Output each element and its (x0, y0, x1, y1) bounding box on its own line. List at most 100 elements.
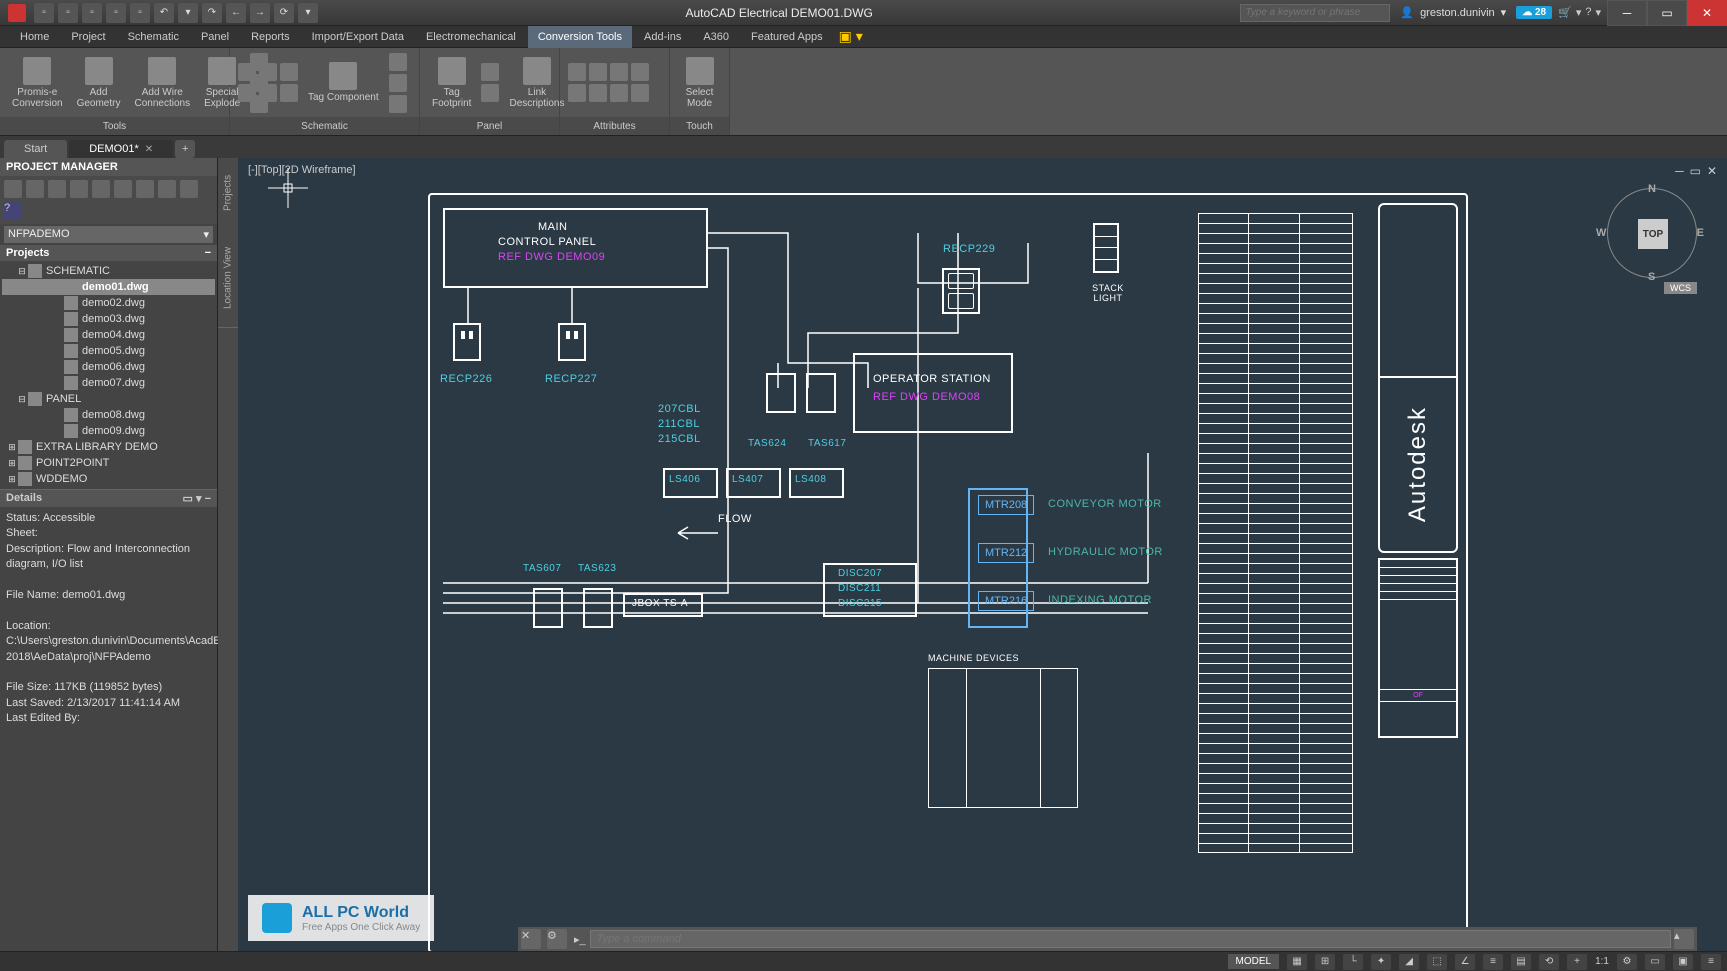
tree-extra-lib[interactable]: ⊞EXTRA LIBRARY DEMO (2, 439, 215, 455)
status-lwt-icon[interactable]: ≡ (1483, 954, 1503, 970)
pm-tb-6-icon[interactable] (114, 180, 132, 198)
tree-file-demo07[interactable]: demo07.dwg (2, 375, 215, 391)
sch-s7-icon[interactable] (389, 53, 407, 71)
sch-s1-icon[interactable] (238, 63, 256, 81)
att-s7-icon[interactable] (610, 84, 628, 102)
viewcube-e[interactable]: E (1697, 227, 1704, 239)
qat-save-icon[interactable]: ▫ (82, 3, 102, 23)
tree-file-demo03[interactable]: demo03.dwg (2, 311, 215, 327)
doctab-current[interactable]: DEMO01*✕ (69, 140, 173, 158)
status-transparency-icon[interactable]: ▤ (1511, 954, 1531, 970)
att-s8-icon[interactable] (631, 84, 649, 102)
tree-file-demo06[interactable]: demo06.dwg (2, 359, 215, 375)
qat-undo-icon[interactable]: ↶ (154, 3, 174, 23)
pm-tb-9-icon[interactable] (180, 180, 198, 198)
ribbon-tab-panel[interactable]: Panel (191, 26, 239, 48)
tree-file-demo08[interactable]: demo08.dwg (2, 407, 215, 423)
sch-s8-icon[interactable] (389, 74, 407, 92)
tree-schematic-folder[interactable]: ⊟SCHEMATIC (2, 263, 215, 279)
viewcube-n[interactable]: N (1648, 183, 1656, 195)
select-mode-button[interactable]: Select Mode (678, 55, 721, 111)
view-close-icon[interactable]: ✕ (1707, 164, 1717, 178)
view-maximize-icon[interactable]: ▭ (1690, 164, 1701, 178)
drawing-canvas[interactable]: [-][Top][2D Wireframe] ─ ▭ ✕ MAIN CONTRO… (238, 158, 1727, 951)
status-cycle-icon[interactable]: ⟲ (1539, 954, 1559, 970)
ribbon-tab-schematic[interactable]: Schematic (118, 26, 189, 48)
pm-tb-2-icon[interactable] (26, 180, 44, 198)
cmd-recent-icon[interactable]: ▴ (1674, 929, 1694, 949)
viewcube[interactable]: N S E W TOP WCS (1607, 188, 1697, 308)
pnl-s1-icon[interactable] (481, 63, 499, 81)
att-s1-icon[interactable] (568, 63, 586, 81)
doctab-start[interactable]: Start (4, 140, 67, 158)
pm-project-dropdown[interactable]: NFPADEMO▾ (4, 226, 213, 243)
status-model-button[interactable]: MODEL (1228, 954, 1280, 969)
qat-customize-icon[interactable]: ▾ (298, 3, 318, 23)
view-minimize-icon[interactable]: ─ (1675, 164, 1684, 178)
qat-plot-icon[interactable]: ▫ (130, 3, 150, 23)
att-s2-icon[interactable] (589, 63, 607, 81)
qat-open-icon[interactable]: ▫ (58, 3, 78, 23)
status-annomon-icon[interactable]: + (1567, 954, 1587, 970)
tab-locationview-vert[interactable]: Location View (218, 228, 238, 328)
app-logo[interactable] (8, 4, 26, 22)
status-otrack-icon[interactable]: ∠ (1455, 954, 1475, 970)
ribbon-tab-electromech[interactable]: Electromechanical (416, 26, 526, 48)
user-name[interactable]: greston.dunivin (1420, 7, 1495, 19)
help-icon[interactable]: ? (1585, 6, 1591, 19)
status-clean-icon[interactable]: ▣ (1673, 954, 1693, 970)
sch-s3-icon[interactable] (280, 63, 298, 81)
status-custom-icon[interactable]: ≡ (1701, 954, 1721, 970)
ribbon-tab-a360[interactable]: A360 (693, 26, 739, 48)
ribbon-tab-importexport[interactable]: Import/Export Data (302, 26, 414, 48)
pm-tb-help-icon[interactable]: ? (4, 202, 22, 220)
tree-p2p[interactable]: ⊞POINT2POINT (2, 455, 215, 471)
ribbon-tab-addins[interactable]: Add-ins (634, 26, 691, 48)
tag-component-button[interactable]: Tag Component (304, 60, 383, 105)
tree-wddemo[interactable]: ⊞WDDEMO (2, 471, 215, 487)
qat-redo-icon[interactable]: ↷ (202, 3, 222, 23)
help-dd-icon[interactable]: ▾ (1595, 6, 1601, 19)
qat-prev-icon[interactable]: ← (226, 3, 246, 23)
ribbon-tab-featured[interactable]: Featured Apps (741, 26, 833, 48)
window-maximize-button[interactable]: ▭ (1647, 0, 1687, 26)
pm-tb-7-icon[interactable] (136, 180, 154, 198)
qat-next-icon[interactable]: → (250, 3, 270, 23)
ribbon-tab-project[interactable]: Project (61, 26, 115, 48)
tree-panel-folder[interactable]: ⊟PANEL (2, 391, 215, 407)
pm-tb-1-icon[interactable] (4, 180, 22, 198)
window-close-button[interactable]: ✕ (1687, 0, 1727, 26)
add-wire-connections-button[interactable]: Add Wire Connections (130, 55, 194, 111)
help-search-input[interactable] (1240, 4, 1390, 22)
window-minimize-button[interactable]: ─ (1607, 0, 1647, 26)
status-osnap-icon[interactable]: ⬚ (1427, 954, 1447, 970)
sch-s2-icon[interactable] (259, 63, 277, 81)
tree-file-demo02[interactable]: demo02.dwg (2, 295, 215, 311)
status-grid-icon[interactable]: ▦ (1287, 954, 1307, 970)
stayconnected-icon[interactable]: ▾ (1576, 6, 1582, 19)
tree-file-demo09[interactable]: demo09.dwg (2, 423, 215, 439)
pm-details-opts-icon[interactable]: ▭ ▾ − (183, 492, 211, 505)
att-s3-icon[interactable] (610, 63, 628, 81)
tree-file-demo01[interactable]: demo01.dwg (2, 279, 215, 295)
pm-tb-5-icon[interactable] (92, 180, 110, 198)
cmd-close-icon[interactable]: ✕ (521, 929, 541, 949)
command-input[interactable] (590, 930, 1671, 948)
tab-projects-vert[interactable]: Projects (218, 158, 238, 228)
qat-undo-dd-icon[interactable]: ▾ (178, 3, 198, 23)
sch-s9-icon[interactable] (389, 95, 407, 113)
bulb-icon[interactable]: ▣ ▾ (839, 28, 863, 45)
status-snap-icon[interactable]: ⊞ (1315, 954, 1335, 970)
a360-badge[interactable]: ☁ 28 (1516, 6, 1552, 19)
tag-footprint-button[interactable]: Tag Footprint (428, 55, 475, 111)
promise-conversion-button[interactable]: Promis-e Conversion (8, 55, 67, 111)
att-s6-icon[interactable] (589, 84, 607, 102)
tree-file-demo04[interactable]: demo04.dwg (2, 327, 215, 343)
status-polar-icon[interactable]: ✦ (1371, 954, 1391, 970)
cmd-customize-icon[interactable]: ⚙ (547, 929, 567, 949)
sch-s5-icon[interactable] (259, 84, 277, 102)
ribbon-tab-conversion[interactable]: Conversion Tools (528, 26, 632, 48)
viewcube-s[interactable]: S (1648, 271, 1655, 283)
viewcube-face[interactable]: TOP (1638, 219, 1668, 249)
sch-s4-icon[interactable] (238, 84, 256, 102)
